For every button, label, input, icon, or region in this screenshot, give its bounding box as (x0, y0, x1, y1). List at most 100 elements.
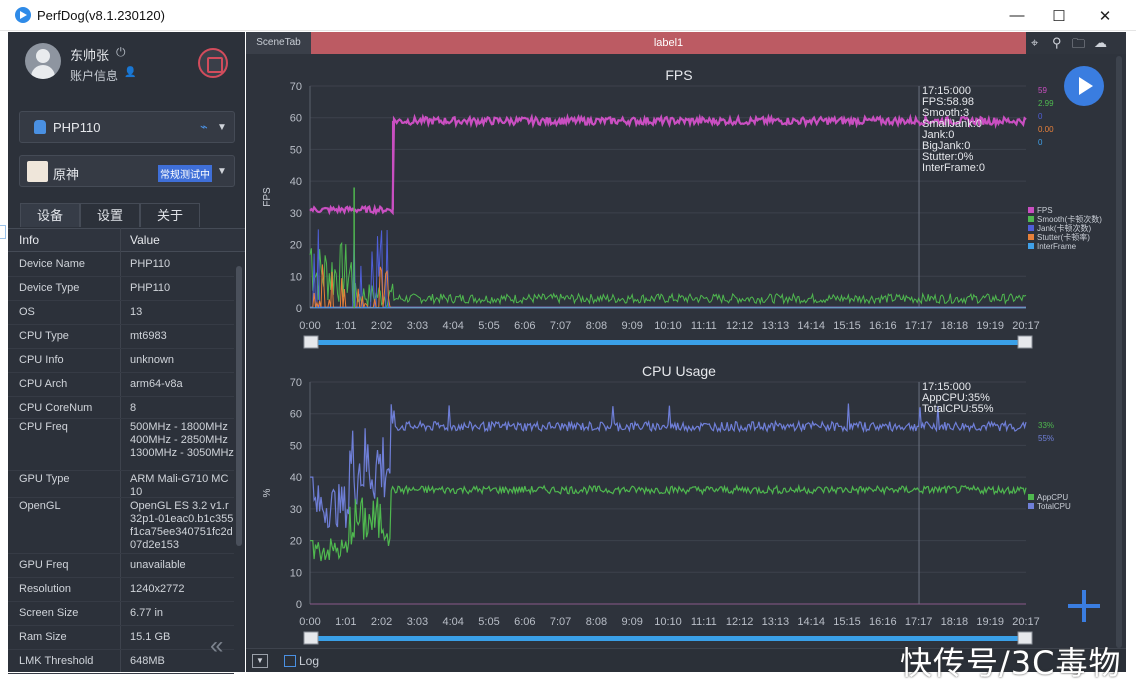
row-key: CPU Freq (19, 421, 68, 433)
location-icon[interactable]: ⌖ (1031, 35, 1038, 51)
chevron-down-icon: ▼ (217, 166, 227, 177)
row-key: LMK Threshold (19, 655, 94, 667)
slider-handle-left (303, 631, 319, 645)
row-value: arm64-v8a (130, 378, 183, 390)
legend-swatch (1028, 207, 1034, 213)
y-tick-label: 40 (290, 176, 302, 188)
folder-icon[interactable]: 🗀 (1072, 35, 1085, 57)
row-value: 8 (130, 402, 137, 414)
app-selector[interactable]: 原神 常规测试中 ▼ (19, 155, 235, 187)
cloud-icon[interactable]: ☁ (1094, 35, 1107, 51)
table-row: CPU Freq 500MHz - 1800MHz 400MHz - 2850MH… (8, 419, 234, 471)
table-row: Device Name PHP110 (8, 253, 234, 277)
y-axis-label: % (262, 488, 273, 497)
tab-settings[interactable]: 设置 (80, 203, 140, 227)
stop-record-button[interactable] (198, 48, 228, 78)
scrollbar-thumb[interactable] (1116, 56, 1122, 648)
left-panel: 东帅张 ⏻ 账户信息 👤 PHP110 ⌁ ▼ 原神 常规测试中 ▼ 设备 设置… (8, 32, 245, 674)
app-icon (27, 161, 48, 182)
y-tick-label: 0 (296, 599, 302, 611)
x-tick-label: 0:00 (299, 616, 320, 628)
mode-badge: 常规测试中 (158, 165, 212, 182)
minimize-button[interactable]: — (994, 0, 1040, 31)
user-name: 东帅张 (70, 48, 110, 63)
add-chart-button[interactable] (1066, 588, 1102, 624)
x-tick-label: 14:14 (797, 320, 825, 332)
row-value: 13 (130, 306, 143, 318)
x-tick-label: 4:04 (442, 320, 463, 332)
main-panel: SceneTab label1 ⌖ ⚲ 🗀 ☁ FPS FPS 0 10 20 30 40 5… (246, 32, 1126, 672)
y-tick-label: 50 (290, 144, 302, 156)
row-key: CPU Type (19, 330, 69, 342)
table-row: OS 13 (8, 301, 234, 325)
play-button[interactable] (1064, 66, 1104, 106)
charts-area: FPS FPS 0 10 20 30 40 50 60 70 0:00 1:01 2:02 3:03 4:0… (262, 67, 1102, 645)
perfdog-logo-icon (15, 7, 31, 23)
android-icon (34, 120, 46, 134)
table-row: Resolution 1240x2772 (8, 578, 234, 602)
legend-label: Stutter(卡顿率) (1037, 232, 1090, 242)
dropdown-icon[interactable]: ▼ (252, 654, 268, 668)
x-tick-label: 1:01 (335, 616, 356, 628)
account-info-link[interactable]: 账户信息 (70, 67, 118, 84)
log-checkbox[interactable] (284, 655, 296, 667)
perfdog-window: PerfDog(v8.1.230120) — ☐ ✕ 东帅张 ⏻ 账户信息 👤 … (0, 0, 1136, 682)
legend-label: Smooth(卡顿次数) (1037, 214, 1102, 224)
x-tick-label: 15:15 (833, 320, 861, 332)
x-tick-label: 17:17 (905, 616, 933, 628)
current-value: 0 (1038, 112, 1043, 121)
avatar[interactable] (25, 43, 61, 79)
x-tick-label: 2:02 (371, 320, 392, 332)
title-bar: PerfDog(v8.1.230120) — ☐ ✕ (0, 0, 1136, 31)
y-tick-label: 50 (290, 440, 302, 452)
info-scrollbar[interactable] (235, 256, 243, 656)
close-button[interactable]: ✕ (1082, 0, 1128, 31)
legend-swatch (1028, 243, 1034, 249)
y-tick-label: 10 (290, 567, 302, 579)
x-tick-label: 8:08 (586, 320, 607, 332)
y-tick-label: 60 (290, 409, 302, 421)
x-tick-label: 2:02 (371, 616, 392, 628)
pin-icon[interactable]: ⚲ (1052, 35, 1062, 51)
info-table-header: Info Value (8, 228, 245, 252)
table-row: GPU Type ARM Mali-G710 MC10 (8, 471, 234, 498)
x-tick-label: 3:03 (407, 320, 428, 332)
table-row: GPU Freq unavailable (8, 554, 234, 578)
x-tick-label: 15:15 (833, 616, 861, 628)
y-tick-label: 70 (290, 81, 302, 93)
row-value: 500MHz - 1800MHz 400MHz - 2850MHz 1300MH… (130, 421, 234, 459)
chart-scrollbar[interactable] (1115, 56, 1123, 648)
edge-marker (0, 225, 6, 239)
table-row: CPU Type mt6983 (8, 325, 234, 349)
x-tick-label: 20:17 (1012, 320, 1040, 332)
legend-label: AppCPU (1037, 493, 1068, 502)
info-column-header: Info (19, 233, 40, 247)
x-tick-label: 20:17 (1012, 616, 1040, 628)
device-selector[interactable]: PHP110 ⌁ ▼ (19, 111, 235, 143)
y-tick-label: 60 (290, 113, 302, 125)
x-tick-label: 14:14 (797, 616, 825, 628)
x-tick-label: 16:16 (869, 616, 897, 628)
row-key: Screen Size (19, 607, 79, 619)
label-bar[interactable]: label1 (311, 32, 1026, 54)
x-tick-label: 13:13 (762, 616, 790, 628)
value-column-header: Value (130, 233, 160, 247)
legend-swatch (1028, 216, 1034, 222)
app-name: 原神 (53, 167, 80, 182)
row-value: mt6983 (130, 330, 167, 342)
power-icon[interactable]: ⏻ (116, 45, 126, 60)
scene-tab[interactable]: SceneTab (246, 32, 311, 54)
cursor-readout: TotalCPU:55% (922, 403, 994, 415)
row-key: OpenGL (19, 500, 61, 512)
table-row: Ram Size 15.1 GB (8, 626, 234, 650)
maximize-button[interactable]: ☐ (1036, 0, 1082, 31)
window-title: PerfDog(v8.1.230120) (37, 8, 165, 23)
collapse-panel-icon[interactable]: « (210, 632, 223, 660)
tab-device[interactable]: 设备 (20, 203, 80, 227)
watermark: 快传号/3C毒物 (900, 644, 1122, 682)
tab-about[interactable]: 关于 (140, 203, 200, 227)
row-key: Ram Size (19, 631, 67, 643)
table-row: Screen Size 6.77 in (8, 602, 234, 626)
scrollbar-thumb[interactable] (236, 266, 242, 546)
x-tick-label: 19:19 (976, 320, 1004, 332)
